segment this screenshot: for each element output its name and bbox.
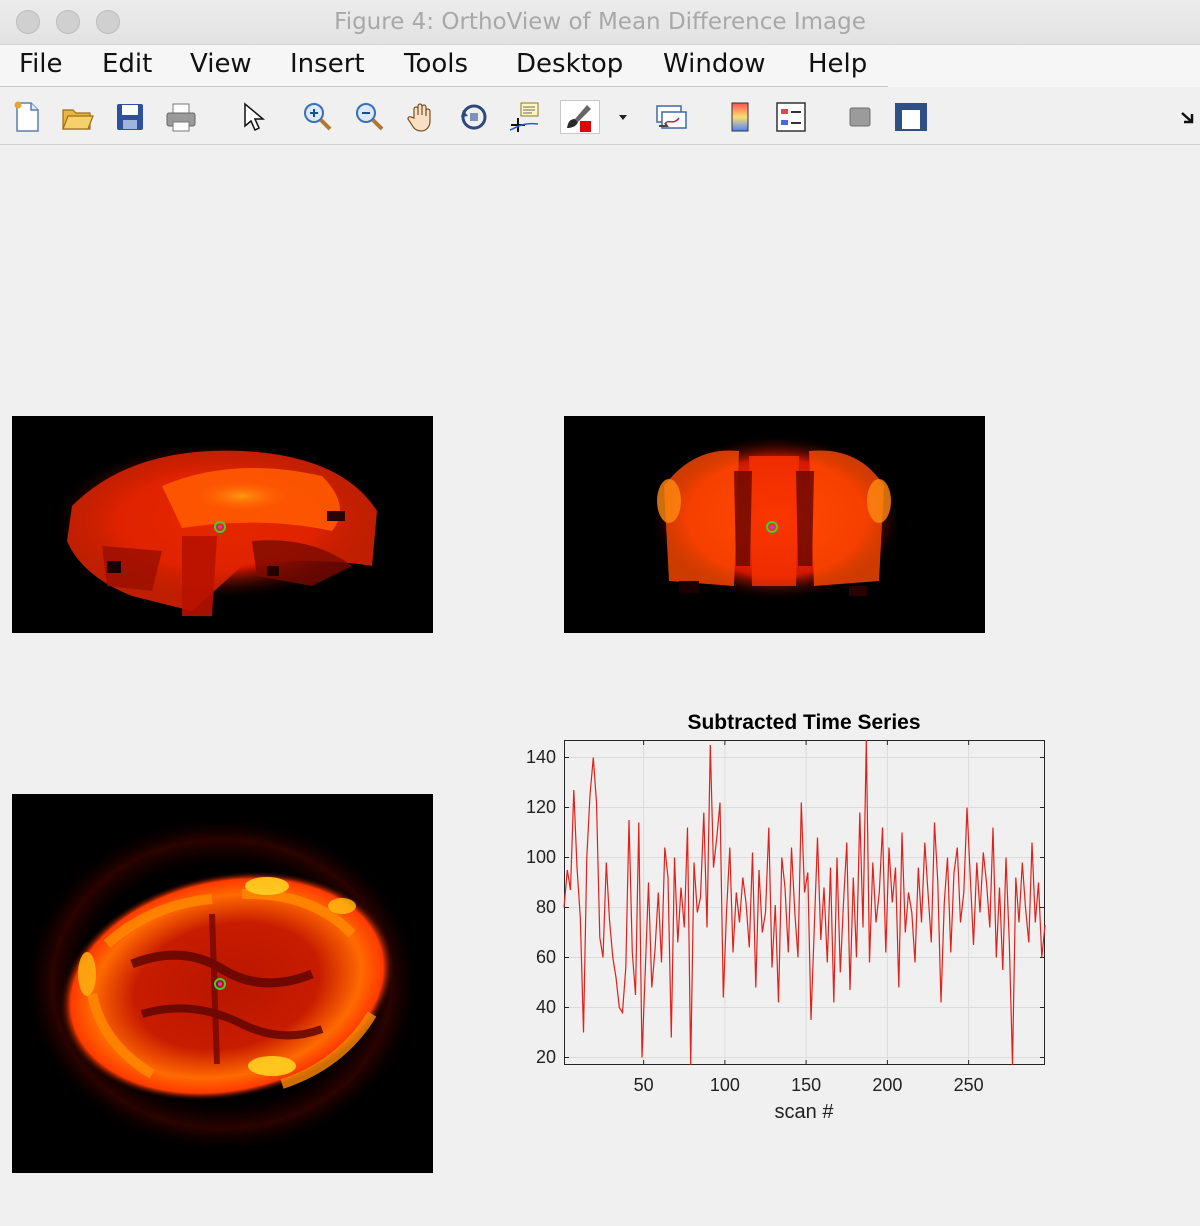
- menu-window[interactable]: Window: [663, 49, 766, 79]
- menu-tools[interactable]: Tools: [404, 49, 468, 79]
- y-tick-label: 60: [535, 946, 556, 967]
- title-bar: Figure 4: OrthoView of Mean Difference I…: [0, 0, 1200, 45]
- menu-insert[interactable]: Insert: [290, 49, 365, 79]
- plot-grid: [564, 740, 1045, 1065]
- y-tick-label: 120: [525, 796, 556, 817]
- time-series-plot[interactable]: [563, 739, 1046, 1066]
- y-tick-label: 40: [535, 996, 556, 1017]
- rotate-3d-icon[interactable]: [457, 100, 491, 134]
- menu-edit[interactable]: Edit: [102, 49, 152, 79]
- hide-plot-tools-icon[interactable]: [843, 100, 877, 134]
- x-tick-label: 100: [709, 1075, 740, 1095]
- sagittal-slice-image[interactable]: [12, 416, 433, 633]
- menu-bar: File Edit View Insert Tools Desktop Wind…: [0, 45, 1200, 87]
- y-tick-label: 80: [535, 896, 556, 917]
- series-line: [563, 739, 1046, 1066]
- menu-divider: [0, 86, 888, 87]
- link-plot-icon[interactable]: [654, 100, 688, 134]
- data-cursor-icon[interactable]: [508, 100, 542, 134]
- window-title: Figure 4: OrthoView of Mean Difference I…: [334, 9, 866, 35]
- coronal-slice-image[interactable]: [564, 416, 985, 633]
- dock-arrow-icon[interactable]: [1172, 100, 1196, 134]
- new-figure-icon[interactable]: [10, 100, 44, 134]
- y-tick-label: 100: [525, 846, 556, 867]
- y-tick-label: 140: [525, 746, 556, 767]
- x-tick-label: 200: [872, 1075, 903, 1095]
- menu-view[interactable]: View: [190, 49, 252, 79]
- open-file-icon[interactable]: [60, 100, 94, 134]
- zoom-in-icon[interactable]: [300, 100, 334, 134]
- pan-hand-icon[interactable]: [405, 100, 439, 134]
- edit-plot-arrow-icon[interactable]: [236, 100, 270, 134]
- print-icon[interactable]: [164, 100, 198, 134]
- brush-icon[interactable]: [560, 100, 600, 134]
- show-plot-tools-icon[interactable]: [894, 100, 928, 134]
- plot-axes-box: [564, 740, 1045, 1065]
- x-tick-label: 250: [953, 1075, 984, 1095]
- zoom-out-icon[interactable]: [352, 100, 386, 134]
- colorbar-icon[interactable]: [723, 100, 757, 134]
- save-icon[interactable]: [113, 100, 147, 134]
- plot-tick-marks: [564, 740, 1045, 1065]
- brush-dropdown-icon[interactable]: [606, 100, 627, 134]
- x-axis-label: scan #: [774, 1101, 834, 1123]
- x-tick-label: 150: [791, 1075, 822, 1095]
- menu-desktop[interactable]: Desktop: [516, 49, 623, 79]
- figure-toolbar: [0, 88, 1200, 145]
- plot-title: Subtracted Time Series: [687, 711, 921, 734]
- legend-icon[interactable]: [774, 100, 808, 134]
- axial-slice-image[interactable]: [12, 794, 433, 1173]
- y-tick-label: 20: [535, 1046, 556, 1067]
- menu-file[interactable]: File: [19, 49, 63, 79]
- x-tick-label: 50: [633, 1075, 654, 1095]
- figure-canvas: Subtracted Time Series 20 40 60 80 100 120 140…: [0, 145, 1200, 1226]
- figure-window: Figure 4: OrthoView of Mean Difference I…: [0, 0, 1200, 1226]
- menu-help[interactable]: Help: [808, 49, 867, 79]
